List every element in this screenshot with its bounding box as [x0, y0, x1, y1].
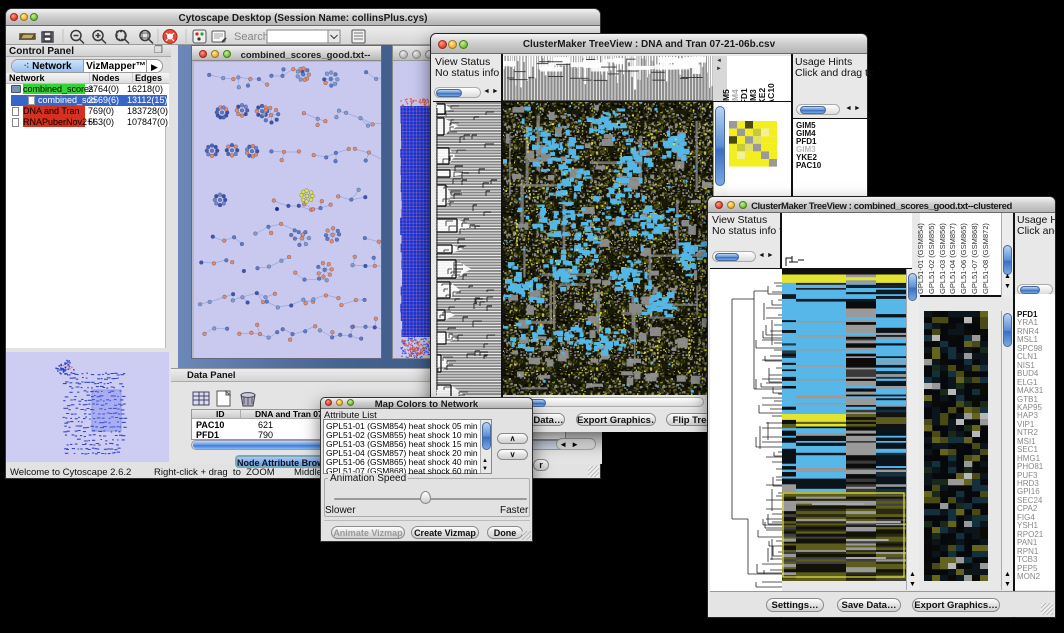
- svg-text:Search:: Search:: [234, 31, 272, 43]
